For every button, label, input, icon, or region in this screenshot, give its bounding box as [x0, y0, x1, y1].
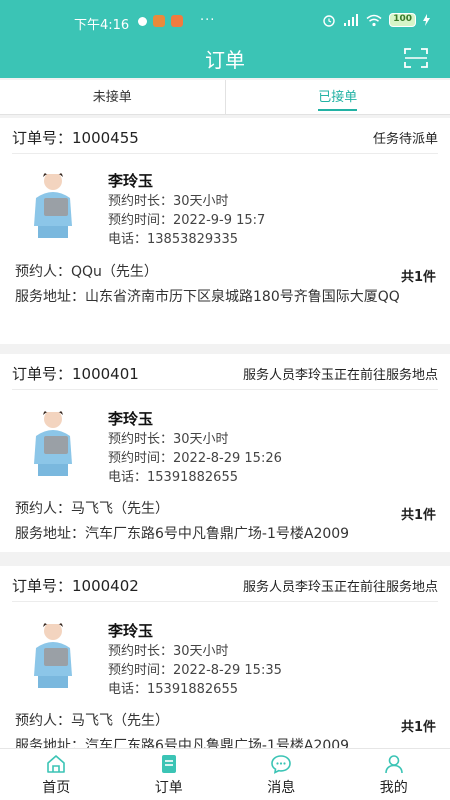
booking-time: 预约时间：2022-9-9 15:7 — [108, 213, 266, 228]
title-bar: 订单 — [0, 38, 450, 78]
phone-number: 电话：15391882655 — [108, 470, 238, 485]
worker-info: 李玲玉 预约时长：30天小时 预约时间：2022-9-9 15:7 电话：138… — [108, 170, 265, 249]
worker-info: 李玲玉 预约时长：30天小时 预约时间：2022-8-29 15:35 电话：1… — [108, 620, 282, 699]
order-number: 订单号：1000402 — [12, 577, 139, 595]
home-icon — [47, 755, 66, 773]
phone-number: 电话：15391882655 — [108, 682, 238, 697]
booking-duration: 预约时长：30天小时 — [108, 644, 229, 659]
order-header: 订单号：1000402 服务人员李玲玉正在前往服务地点 — [12, 566, 438, 602]
notification-icons — [138, 15, 183, 27]
order-status: 任务待派单 — [372, 132, 438, 147]
system-status: 100 — [322, 13, 430, 27]
nurse-avatar — [34, 408, 72, 476]
status-time: 下午4:16 — [74, 18, 130, 33]
service-address: 服务地址：汽车厂东路6号中凡鲁鼎广场-1号楼A2009 — [15, 738, 350, 748]
page-title: 订单 — [205, 48, 245, 72]
service-address: 服务地址：汽车厂东路6号中凡鲁鼎广场-1号楼A2009 — [15, 526, 350, 542]
notification-dot-icon — [138, 16, 147, 26]
booking-time: 预约时间：2022-8-29 15:35 — [108, 663, 282, 678]
nurse-avatar — [34, 170, 72, 238]
nav-profile[interactable]: 我的 — [338, 749, 450, 800]
worker-name: 李玲玉 — [108, 410, 154, 428]
booking-duration: 预约时长：30天小时 — [108, 432, 229, 447]
message-icon — [271, 755, 292, 774]
booker: 预约人：QQu（先生） — [15, 264, 158, 280]
worker-info: 李玲玉 预约时长：30天小时 预约时间：2022-8-29 15:26 电话：1… — [108, 408, 282, 487]
order-card[interactable]: 订单号：1000455 任务待派单 李玲玉 预约时长：30天小时 预约时间：20… — [0, 118, 450, 344]
nav-label: 消息 — [267, 780, 296, 796]
order-tabs: 未接单 已接单 — [0, 80, 450, 115]
nav-label: 订单 — [154, 780, 183, 796]
order-card[interactable]: 订单号：1000402 服务人员李玲玉正在前往服务地点 李玲玉 预约时长：30天… — [0, 566, 450, 748]
booker: 预约人：马飞飞（先生） — [15, 713, 169, 729]
nurse-avatar — [34, 620, 72, 688]
booker: 预约人：马飞飞（先生） — [15, 501, 169, 517]
status-bar: 下午4:16 ··· 100 — [0, 0, 450, 38]
service-address: 服务地址：山东省济南市历下区泉城路180号齐鲁国际大厦QQ — [15, 289, 400, 305]
app-notification-icon — [153, 15, 165, 27]
tab-pending[interactable]: 未接单 — [0, 80, 225, 114]
order-header: 订单号：1000401 服务人员李玲玉正在前往服务地点 — [12, 354, 438, 390]
nav-messages[interactable]: 消息 — [225, 749, 338, 800]
worker-name: 李玲玉 — [108, 172, 154, 190]
tab-accepted[interactable]: 已接单 — [224, 80, 450, 114]
alarm-icon — [323, 15, 335, 27]
charging-icon — [423, 14, 430, 26]
booking-time: 预约时间：2022-8-29 15:26 — [108, 451, 282, 466]
signal-icon — [344, 13, 359, 26]
nav-label: 首页 — [42, 780, 71, 796]
order-header: 订单号：1000455 任务待派单 — [12, 118, 438, 154]
nav-label: 我的 — [379, 780, 408, 796]
worker-name: 李玲玉 — [108, 622, 154, 640]
bottom-nav: 首页 订单 消息 我的 — [0, 748, 450, 800]
user-icon — [384, 755, 403, 774]
more-notifications: ··· — [200, 13, 216, 28]
order-number: 订单号：1000401 — [12, 365, 139, 383]
tab-label: 未接单 — [92, 90, 132, 105]
order-icon — [161, 755, 176, 773]
item-count: 共1件 — [400, 270, 436, 285]
nav-orders[interactable]: 订单 — [113, 749, 226, 800]
order-status: 服务人员李玲玉正在前往服务地点 — [242, 580, 438, 595]
scan-icon[interactable] — [404, 47, 428, 69]
order-status: 服务人员李玲玉正在前往服务地点 — [242, 368, 438, 383]
nav-home[interactable]: 首页 — [0, 749, 113, 800]
app-notification-icon — [171, 15, 183, 27]
order-card[interactable]: 订单号：1000401 服务人员李玲玉正在前往服务地点 李玲玉 预约时长：30天… — [0, 354, 450, 552]
battery-icon: 100 — [389, 13, 416, 27]
order-number: 订单号：1000455 — [12, 129, 139, 147]
wifi-icon — [366, 14, 382, 26]
phone-number: 电话：13853829335 — [108, 232, 238, 247]
booking-duration: 预约时长：30天小时 — [108, 194, 229, 209]
tab-label: 已接单 — [318, 90, 358, 111]
